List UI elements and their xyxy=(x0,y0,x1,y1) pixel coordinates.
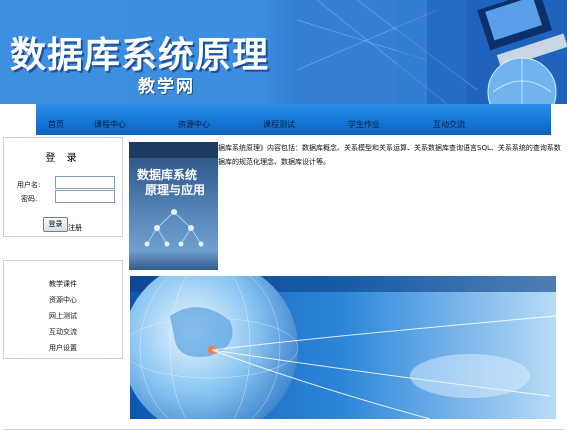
register-link[interactable]: 注册 xyxy=(68,223,82,233)
side-menu-item-interaction[interactable]: 互动交流 xyxy=(4,327,122,337)
main-nav: 首页 课程中心 资源中心 课程测试 学生作业 互动交流 xyxy=(0,104,567,135)
site-subtitle: 教学网 xyxy=(138,77,195,97)
nav-item-home[interactable]: 首页 xyxy=(48,119,64,130)
password-label: 密码: xyxy=(21,195,38,203)
book-title-line2: 原理与应用 xyxy=(145,183,206,197)
side-menu-item-online-test[interactable]: 网上测试 xyxy=(4,311,122,321)
book-cover-tree-graphic xyxy=(144,209,204,247)
nav-item-student-homework[interactable]: 学生作业 xyxy=(348,119,380,130)
side-menu-item-resources[interactable]: 资源中心 xyxy=(4,295,122,305)
side-menu-item-user-settings[interactable]: 用户设置 xyxy=(4,343,122,353)
book-cover-image: 数据库系统 原理与应用 xyxy=(129,142,218,270)
login-panel: 登 录 用户名: 密码: 登录 注册 xyxy=(3,137,123,237)
side-menu-item-courseware[interactable]: 教学课件 xyxy=(4,279,122,289)
course-description: 据库系统原理》内容包括：数据库概念、关系模型和关系运算、关系数据库查询语言SQL… xyxy=(218,144,561,166)
book-cover-header-band xyxy=(129,142,218,158)
login-button[interactable]: 登录 xyxy=(43,217,68,232)
book-title-line1: 数据库系统 xyxy=(137,168,198,182)
site-title: 数据库系统原理 xyxy=(10,35,270,76)
password-input[interactable] xyxy=(55,190,115,203)
nav-item-course-center[interactable]: 课程中心 xyxy=(94,119,126,130)
site-banner: 数据库系统原理 教学网 xyxy=(0,0,567,104)
nav-item-interaction[interactable]: 互动交流 xyxy=(433,119,465,130)
side-menu: 教学课件 资源中心 网上测试 互动交流 用户设置 xyxy=(3,260,123,359)
footer-divider xyxy=(3,429,564,430)
banner-tech-art-image xyxy=(297,0,567,104)
username-input[interactable] xyxy=(55,176,115,189)
book-cover-title: 数据库系统 原理与应用 xyxy=(137,168,205,198)
globe-banner-image xyxy=(130,276,556,419)
username-label: 用户名: xyxy=(17,181,41,189)
nav-item-resource-center[interactable]: 资源中心 xyxy=(178,119,210,130)
login-title: 登 录 xyxy=(45,153,81,164)
nav-item-course-test[interactable]: 课程测试 xyxy=(263,119,295,130)
